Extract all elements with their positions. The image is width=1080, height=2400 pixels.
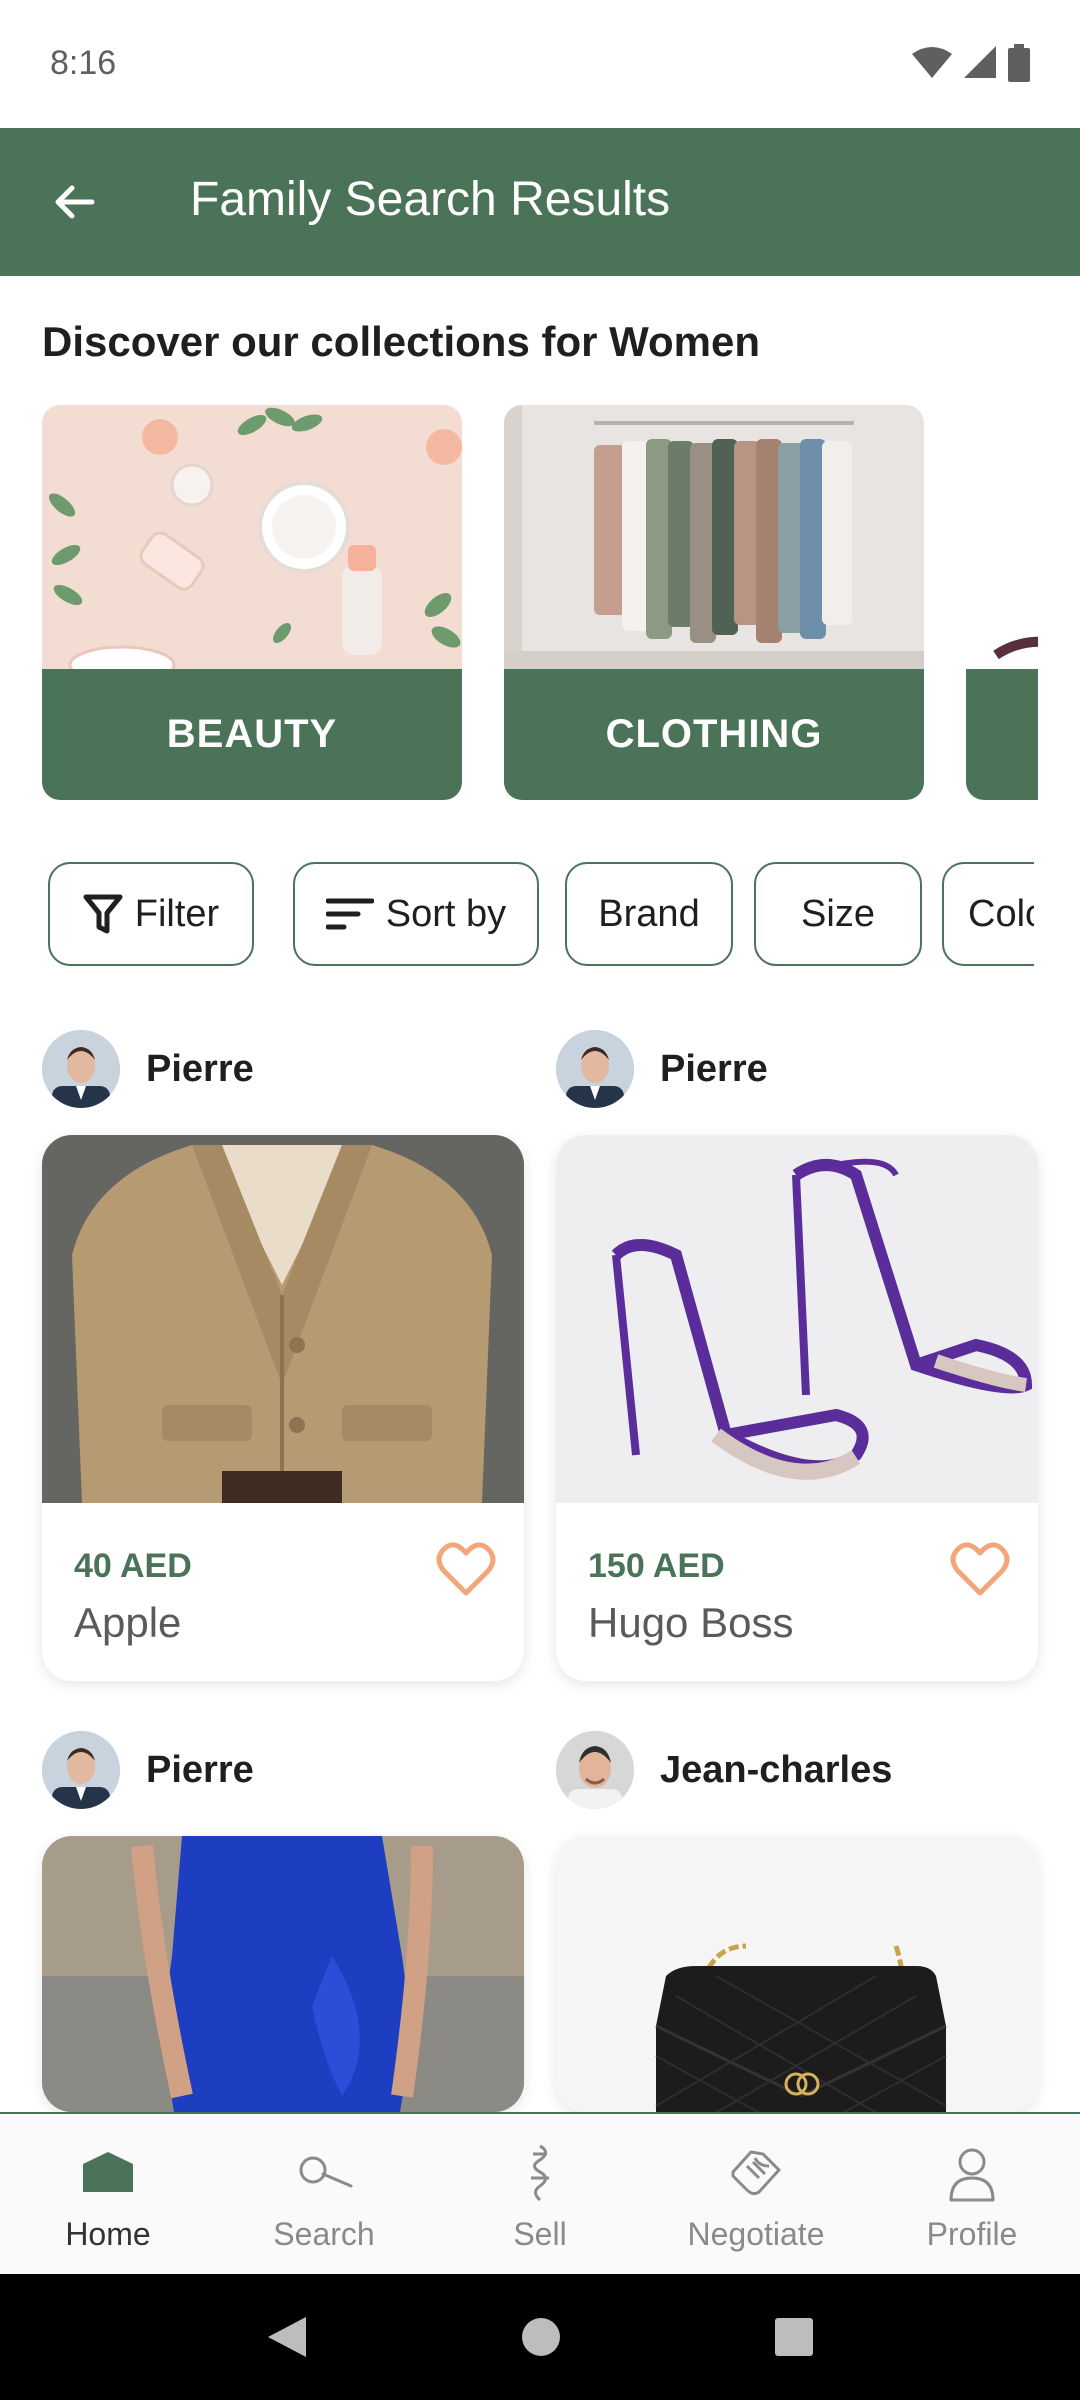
category-card-beauty[interactable]: BEAUTY — [42, 405, 462, 800]
avatar — [42, 1731, 120, 1809]
system-back-icon[interactable] — [266, 2315, 308, 2359]
filter-funnel-icon — [83, 894, 123, 934]
category-card-partial[interactable] — [966, 405, 1038, 800]
home-icon — [83, 2152, 133, 2192]
nav-profile-label: Profile — [926, 2216, 1018, 2252]
seller-name: Jean-charles — [660, 1748, 893, 1791]
nav-search[interactable]: Search — [216, 2114, 432, 2274]
nav-negotiate-label: Negotiate — [687, 2216, 825, 2252]
brand-chip[interactable]: Brand — [565, 862, 733, 966]
nav-sell[interactable]: Sell — [432, 2114, 648, 2274]
category-carousel[interactable]: BEAUTY CLOTHING — [42, 405, 1038, 800]
sort-chip-label: Sort by — [385, 892, 507, 935]
avatar — [556, 1030, 634, 1108]
product-image-handbag — [556, 1836, 1038, 2112]
size-chip[interactable]: Size — [754, 862, 922, 966]
product-brand: Apple — [74, 1599, 182, 1646]
status-icons — [912, 44, 1030, 82]
seller-name: Pierre — [146, 1748, 254, 1791]
system-navigation-bar — [0, 2274, 1080, 2400]
seller-info[interactable]: Pierre — [556, 1030, 768, 1108]
status-bar: 8:16 — [0, 0, 1080, 128]
avatar — [42, 1030, 120, 1108]
bottom-navigation: Home Search Sell Negotiate Profile — [0, 2112, 1080, 2274]
product-image-heels — [556, 1135, 1038, 1503]
filter-chip-label: Filter — [134, 892, 220, 935]
app-bar: Family Search Results — [0, 128, 1080, 276]
nav-search-label: Search — [273, 2216, 375, 2252]
product-image-jacket — [42, 1135, 524, 1503]
seller-name: Pierre — [146, 1047, 254, 1090]
status-time: 8:16 — [50, 44, 117, 82]
battery-icon — [1008, 44, 1030, 82]
nav-home-label: Home — [65, 2216, 151, 2252]
nav-sell-label: Sell — [513, 2216, 567, 2252]
seller-info[interactable]: Pierre — [42, 1731, 254, 1809]
category-label: BEAUTY — [166, 712, 338, 756]
nav-home[interactable]: Home — [0, 2114, 216, 2274]
product-image-dress — [42, 1836, 524, 2112]
system-recents-icon[interactable] — [774, 2317, 814, 2357]
sort-chip[interactable]: Sort by — [293, 862, 539, 966]
clothing-image — [504, 405, 924, 669]
category-card-clothing[interactable]: CLOTHING — [504, 405, 924, 800]
profile-icon — [949, 2148, 995, 2202]
accessories-image — [966, 405, 1038, 669]
hanger-icon — [531, 2144, 549, 2202]
sort-icon — [325, 898, 374, 930]
color-chip-label: Colo — [968, 892, 1034, 935]
category-label: CLOTHING — [605, 712, 823, 756]
collections-heading: Discover our collections for Women — [42, 318, 761, 365]
avatar — [556, 1731, 634, 1809]
seller-name: Pierre — [660, 1047, 768, 1090]
size-chip-label: Size — [801, 892, 875, 935]
product-card[interactable] — [42, 1836, 524, 2112]
nav-negotiate[interactable]: Negotiate — [648, 2114, 864, 2274]
back-button[interactable] — [38, 166, 110, 238]
heart-icon[interactable] — [950, 1541, 1010, 1597]
product-price: 150 AED — [588, 1547, 725, 1585]
beauty-image — [42, 405, 462, 669]
page-title: Family Search Results — [190, 173, 671, 226]
product-brand: Hugo Boss — [588, 1599, 794, 1646]
wifi-icon — [912, 47, 952, 78]
seller-info[interactable]: Jean-charles — [556, 1731, 892, 1809]
nav-profile[interactable]: Profile — [864, 2114, 1080, 2274]
seller-info[interactable]: Pierre — [42, 1030, 254, 1108]
cellular-signal-icon — [964, 46, 996, 78]
arrow-back-icon — [55, 185, 95, 219]
brand-chip-label: Brand — [598, 892, 700, 935]
color-chip[interactable]: Colo — [942, 862, 1034, 966]
product-price: 40 AED — [74, 1547, 192, 1585]
product-card[interactable]: 150 AED Hugo Boss — [556, 1135, 1038, 1681]
search-icon — [299, 2156, 353, 2188]
system-home-icon[interactable] — [521, 2317, 561, 2357]
handshake-icon — [731, 2150, 781, 2196]
product-card[interactable] — [556, 1836, 1038, 2112]
heart-icon[interactable] — [436, 1541, 496, 1597]
filter-chip[interactable]: Filter — [48, 862, 254, 966]
filter-chip-row: Filter Sort by Brand Size Colo — [48, 862, 1034, 968]
product-card[interactable]: 40 AED Apple — [42, 1135, 524, 1681]
